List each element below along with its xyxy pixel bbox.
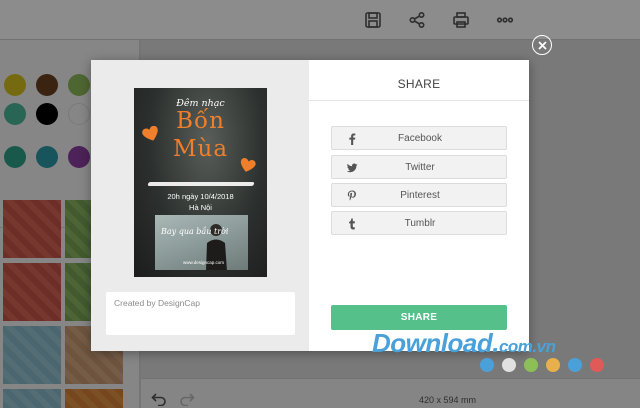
watermark-dot-mark [480, 358, 494, 372]
watermark-dot-mark [546, 358, 560, 372]
share-options-pane: SHARE Facebook Twitter Pinterest Tumblr [309, 60, 529, 351]
share-option-label: Twitter [405, 162, 435, 173]
photo-site-text: www.designcap.com [183, 260, 225, 265]
poster-date: 20h ngày 10/4/2018 [167, 192, 234, 201]
title-divider [309, 100, 529, 101]
modal-title: SHARE [397, 77, 441, 91]
watermark-dots [480, 358, 610, 374]
poster-photo: Bay qua bầu trời www.designcap.com [155, 215, 248, 270]
share-option-label: Pinterest [400, 190, 440, 201]
watermark-tld: com.vn [498, 337, 556, 356]
download-watermark-logo: Download.com.vn [372, 328, 556, 359]
watermark-dot-mark [568, 358, 582, 372]
share-tumblr-button[interactable]: Tumblr [331, 211, 507, 235]
watermark-dot: . [492, 328, 499, 358]
poster-title-line2: Mùa [172, 136, 229, 162]
photo-script-text: Bay qua bầu trời [161, 227, 229, 236]
watermark-dot-mark [524, 358, 538, 372]
share-pinterest-button[interactable]: Pinterest [331, 183, 507, 207]
watermark-dot-mark [590, 358, 604, 372]
close-button[interactable] [532, 35, 552, 55]
poster-location: Hà Nội [189, 203, 212, 212]
preview-pane: Đêm nhạc Bốn Mùa 20h ngày 10/4/2018 Hà N… [91, 60, 309, 351]
share-facebook-button[interactable]: Facebook [331, 126, 507, 150]
share-message-box[interactable]: Created by DesignCap [106, 292, 295, 335]
share-option-label: Facebook [398, 133, 442, 144]
share-submit-button[interactable]: SHARE [331, 305, 507, 330]
share-twitter-button[interactable]: Twitter [331, 155, 507, 179]
share-option-label: Tumblr [404, 218, 436, 229]
share-message-text: Created by DesignCap [114, 298, 200, 308]
share-modal: Đêm nhạc Bốn Mùa 20h ngày 10/4/2018 Hà N… [91, 60, 529, 351]
poster-preview: Đêm nhạc Bốn Mùa 20h ngày 10/4/2018 Hà N… [134, 88, 267, 277]
brush-stroke [147, 182, 255, 186]
watermark-main-text: Download [372, 328, 493, 358]
watermark-dot-mark [502, 358, 516, 372]
close-icon [537, 40, 547, 50]
poster-title-line1: Bốn [176, 108, 225, 134]
